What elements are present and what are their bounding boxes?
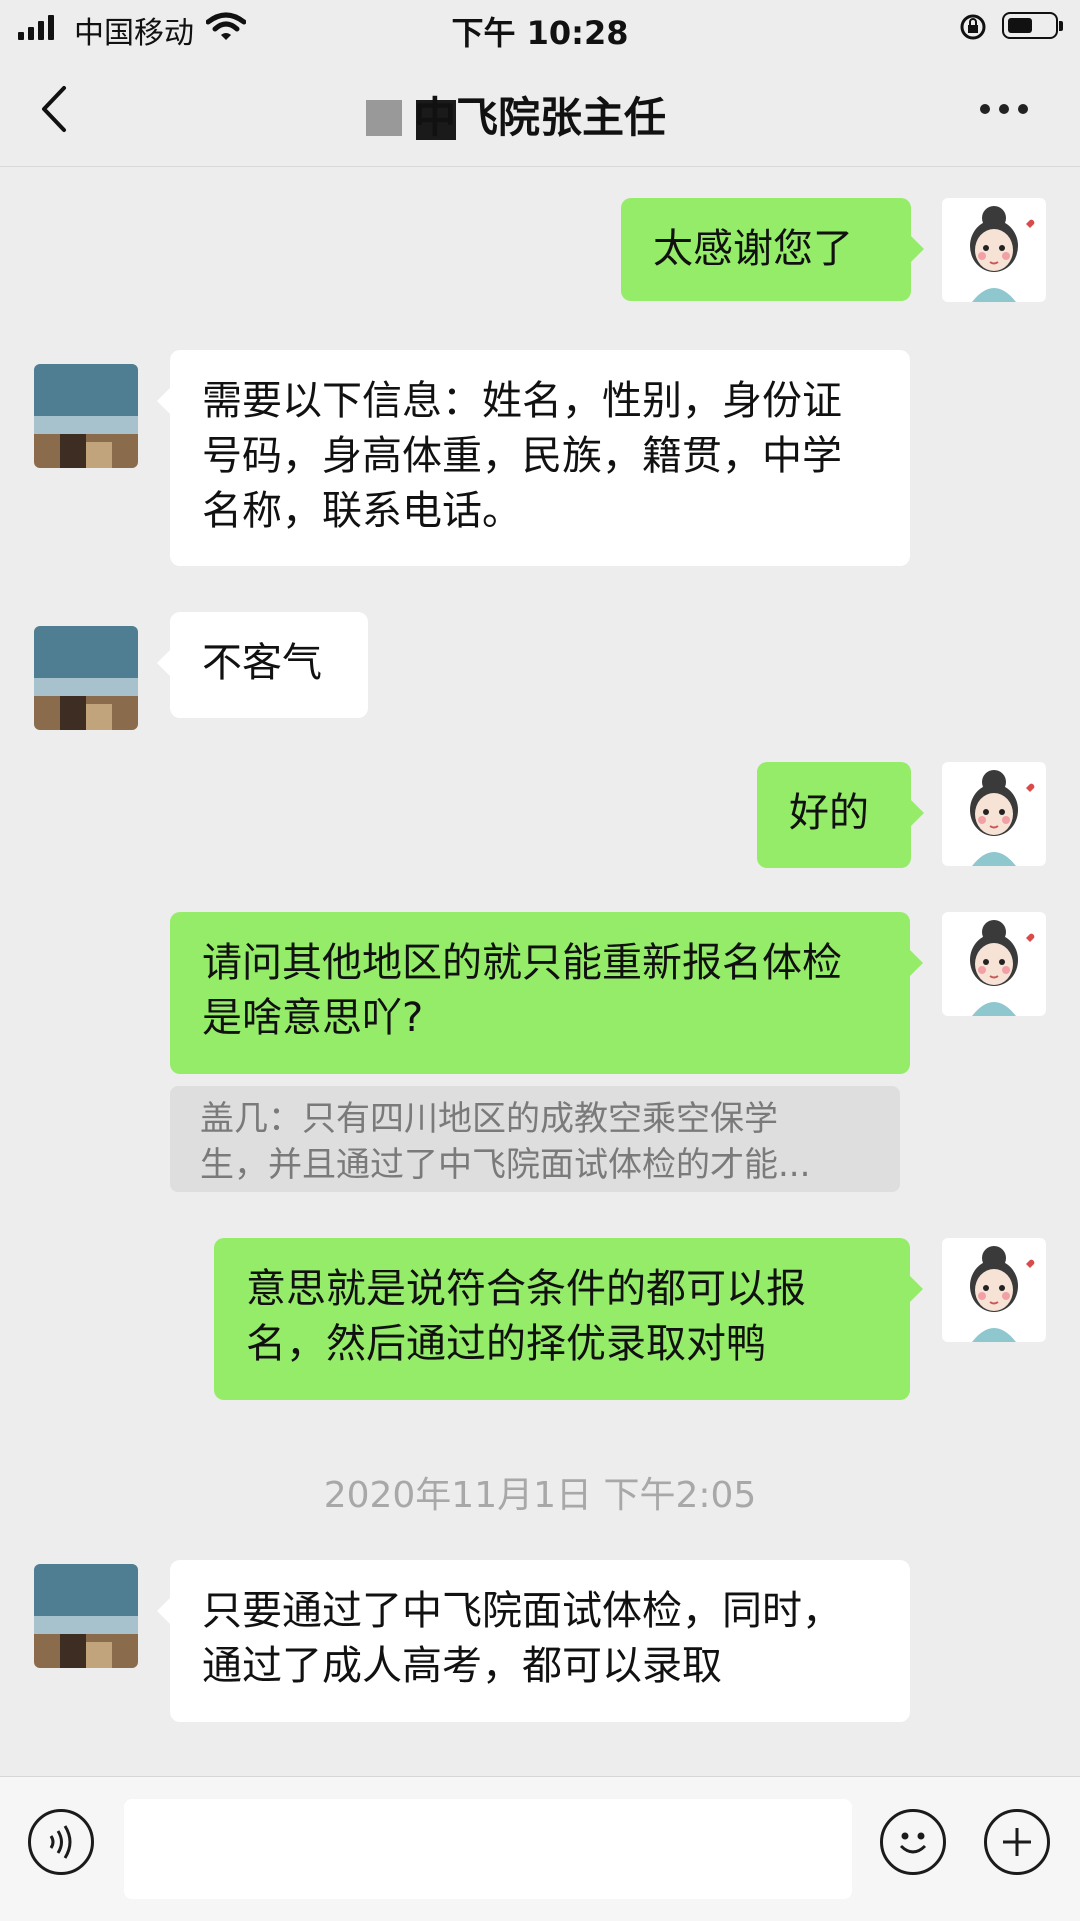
input-bar <box>0 1776 1080 1921</box>
more-options-icon[interactable] <box>980 104 1028 114</box>
battery-icon <box>1002 12 1063 39</box>
emoji-icon <box>899 1832 927 1854</box>
message-bubble-outgoing[interactable]: 好的 <box>757 762 924 868</box>
chat-header: 中飞院张主任 <box>0 54 1080 167</box>
voice-icon <box>49 1825 72 1859</box>
plus-button[interactable] <box>984 1809 1050 1875</box>
plus-icon <box>1003 1828 1031 1856</box>
message-bubble-incoming[interactable]: 需要以下信息：姓名，性别，身份证号码，身高体重，民族，籍贯，中学名称，联系电话。 <box>157 350 910 566</box>
user-avatar[interactable] <box>942 762 1046 866</box>
user-avatar[interactable] <box>942 1238 1046 1342</box>
avatar-illustration <box>970 770 1035 866</box>
message-bubble-incoming[interactable]: 只要通过了中飞院面试体检，同时，通过了成人高考，都可以录取 <box>157 1560 910 1722</box>
pixelated-avatar <box>34 1564 138 1668</box>
chat-title: 中飞院张主任 <box>413 93 666 142</box>
message-bubble-outgoing[interactable]: 太感谢您了 <box>621 198 924 301</box>
contact-avatar[interactable] <box>34 626 138 730</box>
rotation-lock-icon <box>958 12 988 46</box>
pixelated-avatar <box>34 364 138 468</box>
message-bubble-incoming[interactable]: 不客气 <box>157 612 368 718</box>
status-bar: 中国移动 下午 10:28 <box>0 0 1080 54</box>
message-bubble-outgoing[interactable]: 请问其他地区的就只能重新报名体检是啥意思吖? <box>170 912 923 1074</box>
message-input[interactable] <box>124 1799 852 1899</box>
emoji-button[interactable] <box>880 1809 946 1875</box>
quoted-message[interactable]: 盖几：只有四川地区的成教空乘空保学 生，并且通过了中飞院面试体检的才能... <box>170 1086 900 1192</box>
avatar-illustration <box>970 1246 1035 1342</box>
contact-avatar[interactable] <box>34 1564 138 1668</box>
avatar-illustration <box>970 920 1035 1016</box>
quote-line: 生，并且通过了中飞院面试体检的才能... <box>200 1145 811 1185</box>
user-avatar[interactable] <box>942 198 1046 302</box>
message-bubble-outgoing[interactable]: 意思就是说符合条件的都可以报名，然后通过的择优录取对鸭 <box>214 1238 923 1400</box>
contact-avatar[interactable] <box>34 364 138 468</box>
status-time: 下午 10:28 <box>451 14 629 52</box>
avatar-illustration <box>970 206 1035 302</box>
pixelated-avatar <box>34 626 138 730</box>
user-avatar[interactable] <box>942 912 1046 1016</box>
quote-line: 盖几：只有四川地区的成教空乘空保学 <box>200 1099 778 1139</box>
timestamp: 2020年11月1日 下午2:05 <box>323 1475 757 1516</box>
voice-button[interactable] <box>28 1809 94 1875</box>
